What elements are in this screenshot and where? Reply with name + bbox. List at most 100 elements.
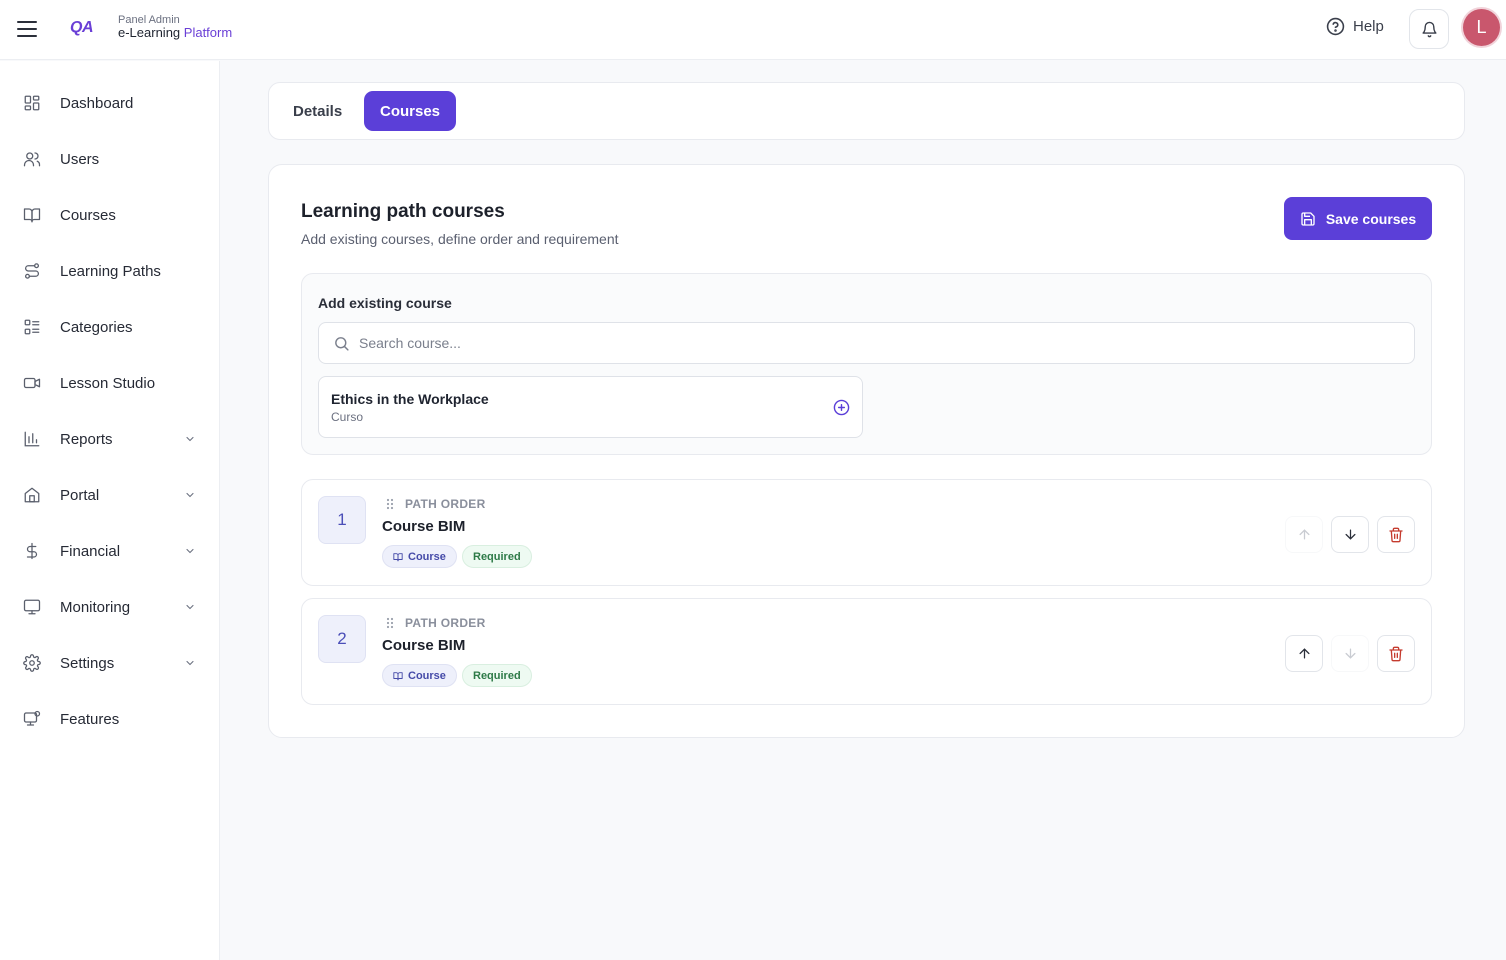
monitor-icon xyxy=(23,599,41,615)
add-course-panel: Add existing course Ethics in the Workpl… xyxy=(301,273,1432,455)
move-up-button[interactable] xyxy=(1285,516,1323,553)
sidebar-item-label: Portal xyxy=(60,486,100,504)
delete-button[interactable] xyxy=(1377,635,1415,672)
sidebar-item-learning-paths[interactable]: Learning Paths xyxy=(0,251,219,291)
dashboard-icon xyxy=(24,95,40,111)
chart-icon xyxy=(24,431,40,447)
section-subtitle: Add existing courses, define order and r… xyxy=(301,231,619,247)
tab-details[interactable]: Details xyxy=(277,91,358,131)
sidebar-item-label: Settings xyxy=(60,654,115,672)
sidebar-item-label: Reports xyxy=(60,430,113,448)
required-badge[interactable]: Required xyxy=(462,664,532,687)
tabs-bar: Details Courses xyxy=(268,82,1465,140)
add-course-title: Add existing course xyxy=(318,295,452,311)
sidebar-item-dashboard[interactable]: Dashboard xyxy=(0,83,219,123)
course-type-label: Course xyxy=(408,669,446,682)
sidebar-item-label: Dashboard xyxy=(60,94,134,112)
sidebar-item-label: Financial xyxy=(60,542,121,560)
path-order-label: PATH ORDER xyxy=(405,497,486,511)
move-down-button[interactable] xyxy=(1331,635,1369,672)
section-title: Learning path courses xyxy=(301,201,505,222)
sidebar-item-categories[interactable]: Categories xyxy=(0,307,219,347)
sidebar-item-label: Categories xyxy=(60,318,133,336)
menu-toggle-icon[interactable] xyxy=(16,18,38,40)
brand-title-prefix: e-Learning xyxy=(118,25,181,41)
result-title: Ethics in the Workplace xyxy=(331,391,489,407)
tab-courses[interactable]: Courses xyxy=(364,91,457,131)
required-badge[interactable]: Required xyxy=(462,545,532,568)
sidebar-item-settings[interactable]: Settings xyxy=(0,643,219,683)
bell-icon xyxy=(1421,21,1437,37)
path-order-label: PATH ORDER xyxy=(405,616,486,630)
chevron-down-icon xyxy=(186,548,194,554)
sidebar-item-label: Courses xyxy=(60,206,116,224)
features-icon xyxy=(23,710,41,726)
sidebar-item-features[interactable]: Features xyxy=(0,699,219,739)
drag-handle-icon[interactable] xyxy=(386,617,394,629)
help-button[interactable]: Help xyxy=(1326,17,1384,36)
user-avatar[interactable]: L xyxy=(1463,9,1500,46)
course-search-result[interactable]: Ethics in the Workplace Curso xyxy=(318,376,863,438)
search-icon xyxy=(335,337,349,351)
course-type-badge: Course xyxy=(382,664,457,687)
order-number: 2 xyxy=(318,615,366,663)
sidebar-item-reports[interactable]: Reports xyxy=(0,419,219,459)
arrow-up-icon xyxy=(1299,648,1309,659)
book-icon xyxy=(393,552,403,561)
drag-handle-icon[interactable] xyxy=(386,498,394,510)
book-icon xyxy=(23,208,41,223)
sidebar-item-courses[interactable]: Courses xyxy=(0,195,219,235)
gear-icon xyxy=(23,654,41,672)
course-name: Course BIM xyxy=(382,637,466,654)
brand-title-accent: Platform xyxy=(183,25,233,41)
chevron-down-icon xyxy=(186,492,194,498)
help-label: Help xyxy=(1353,18,1384,35)
arrow-up-icon xyxy=(1299,529,1309,540)
arrow-down-icon xyxy=(1345,648,1355,659)
building-icon xyxy=(24,487,40,503)
dollar-icon xyxy=(26,542,38,560)
course-type-label: Course xyxy=(408,550,446,563)
result-subtitle: Curso xyxy=(331,410,364,424)
sidebar: Dashboard Users Courses Learning Paths C… xyxy=(0,61,220,960)
chevron-down-icon xyxy=(186,660,194,666)
sidebar-item-portal[interactable]: Portal xyxy=(0,475,219,515)
learning-path-courses-card: Learning path courses Add existing cours… xyxy=(268,164,1465,738)
chevron-down-icon xyxy=(186,604,194,610)
sidebar-item-label: Lesson Studio xyxy=(60,374,156,392)
delete-button[interactable] xyxy=(1377,516,1415,553)
move-down-button[interactable] xyxy=(1331,516,1369,553)
top-header: QA Panel Admin e-Learning Platform Help … xyxy=(0,0,1506,60)
notifications-button[interactable] xyxy=(1409,9,1449,49)
brand: Panel Admin e-Learning Platform xyxy=(118,14,232,40)
path-course-row: 1 PATH ORDER Course BIM Course Required xyxy=(301,479,1432,586)
search-course-input[interactable] xyxy=(359,323,1399,363)
search-field xyxy=(318,322,1415,364)
trash-icon xyxy=(1389,527,1403,542)
sidebar-item-users[interactable]: Users xyxy=(0,139,219,179)
sidebar-item-label: Monitoring xyxy=(60,598,131,616)
sidebar-item-label: Features xyxy=(60,710,120,728)
help-icon xyxy=(1326,17,1345,36)
course-name: Course BIM xyxy=(382,518,466,535)
save-courses-label: Save courses xyxy=(1325,210,1417,227)
move-up-button[interactable] xyxy=(1285,635,1323,672)
sidebar-item-lesson-studio[interactable]: Lesson Studio xyxy=(0,363,219,403)
order-number: 1 xyxy=(318,496,366,544)
sidebar-item-label: Users xyxy=(60,150,100,168)
trash-icon xyxy=(1389,646,1403,661)
sidebar-item-monitoring[interactable]: Monitoring xyxy=(0,587,219,627)
save-courses-button[interactable]: Save courses xyxy=(1284,197,1432,240)
save-icon xyxy=(1301,211,1315,226)
route-icon xyxy=(24,263,40,279)
logo: QA xyxy=(70,19,94,36)
path-course-row: 2 PATH ORDER Course BIM Course Required xyxy=(301,598,1432,705)
arrow-down-icon xyxy=(1345,529,1355,540)
book-icon xyxy=(393,671,403,680)
add-circle-icon[interactable] xyxy=(833,399,850,416)
list-icon xyxy=(24,319,40,335)
video-icon xyxy=(23,377,41,389)
brand-title: e-Learning Platform xyxy=(118,25,233,41)
course-type-badge: Course xyxy=(382,545,457,568)
sidebar-item-financial[interactable]: Financial xyxy=(0,531,219,571)
